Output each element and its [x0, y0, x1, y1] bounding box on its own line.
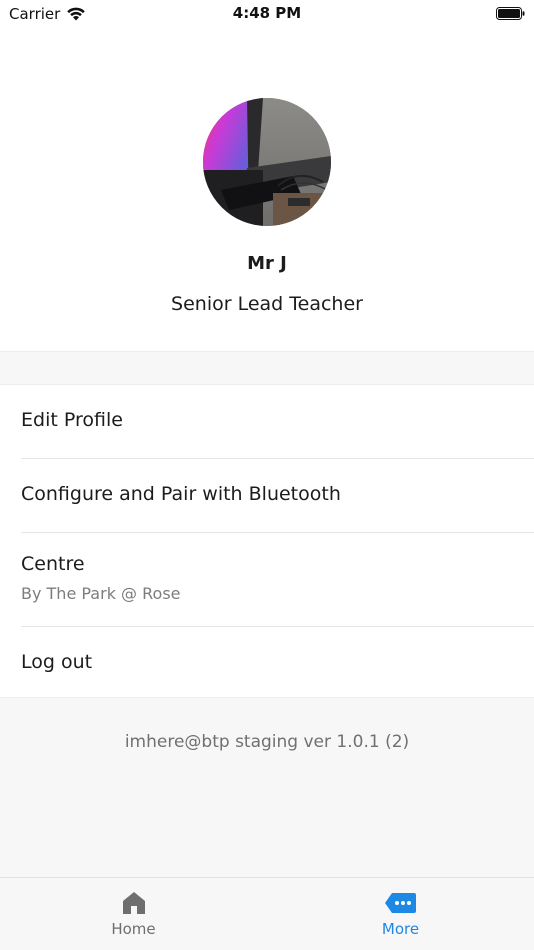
menu-item-label: Centre [21, 553, 85, 575]
battery-icon [496, 7, 525, 20]
menu-item-label: Log out [21, 651, 93, 673]
tab-bar: Home More [0, 877, 534, 950]
settings-menu: Edit Profile Configure and Pair with Blu… [0, 384, 534, 698]
home-icon [122, 892, 145, 914]
more-icon [384, 893, 416, 913]
menu-item-label: Configure and Pair with Bluetooth [21, 483, 341, 505]
tab-label: Home [111, 920, 156, 938]
tab-label: More [381, 920, 420, 938]
menu-item-label: Edit Profile [21, 409, 123, 431]
tab-more[interactable]: More [267, 878, 534, 950]
app-version: imhere@btp staging ver 1.0.1 (2) [124, 732, 410, 752]
status-bar: Carrier 4:48 PM [0, 0, 534, 28]
profile-role: Senior Lead Teacher [171, 293, 363, 315]
profile-header: Mr J Senior Lead Teacher [0, 28, 534, 352]
centre-value: By The Park @ Rose [21, 584, 181, 603]
menu-item-logout[interactable]: Log out [0, 627, 534, 699]
avatar-photo [203, 98, 331, 226]
avatar[interactable] [203, 98, 331, 226]
profile-name: Mr J [247, 253, 287, 274]
status-time: 4:48 PM [232, 4, 302, 22]
menu-item-bluetooth[interactable]: Configure and Pair with Bluetooth [0, 459, 534, 533]
tab-home[interactable]: Home [0, 878, 267, 950]
menu-item-centre[interactable]: Centre By The Park @ Rose [0, 533, 534, 627]
menu-item-edit-profile[interactable]: Edit Profile [0, 385, 534, 459]
